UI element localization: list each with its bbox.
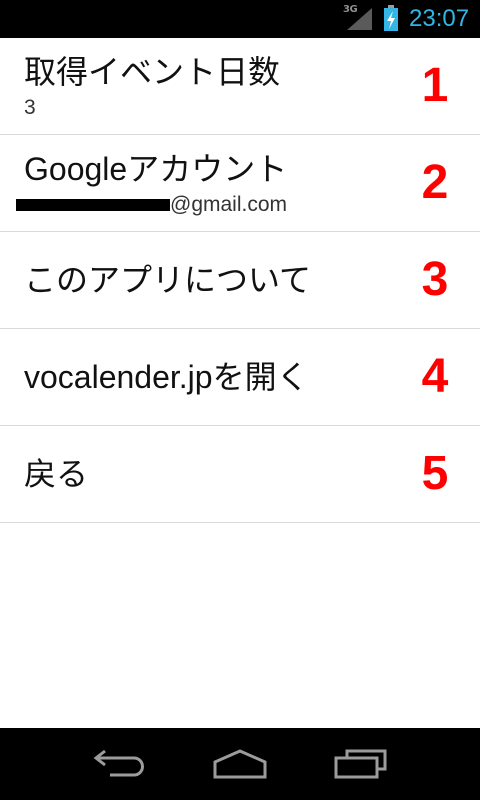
setting-item-back[interactable]: 戻る 5 — [0, 426, 480, 523]
annotation-number-5: 5 — [421, 447, 449, 500]
redaction-bar — [16, 199, 170, 211]
annotation-number-2: 2 — [421, 156, 449, 209]
network-type-label: 3G — [343, 4, 358, 15]
recent-apps-icon — [334, 749, 387, 779]
setting-item-event-days[interactable]: 取得イベント日数 3 1 — [0, 38, 480, 135]
home-icon — [213, 749, 267, 779]
annotation-number-3: 3 — [421, 253, 449, 306]
back-button[interactable] — [60, 728, 180, 800]
setting-item-google-account[interactable]: Googleアカウント @gmail.com 2 — [0, 135, 480, 232]
setting-item-open-vocalender[interactable]: vocalender.jpを開く 4 — [0, 329, 480, 426]
recent-apps-button[interactable] — [300, 728, 420, 800]
back-icon — [93, 749, 144, 777]
annotation-number-4: 4 — [421, 350, 449, 403]
setting-item-about-app[interactable]: このアプリについて 3 — [0, 232, 480, 329]
battery-charging-icon — [384, 5, 398, 31]
clock: 23:07 — [409, 5, 470, 32]
settings-list: 取得イベント日数 3 1 Googleアカウント @gmail.com 2 この… — [0, 38, 480, 523]
setting-summary-text: 3 — [24, 96, 36, 119]
setting-summary-text: @gmail.com — [170, 193, 288, 216]
status-bar: 3G 23:07 — [0, 0, 480, 38]
home-button[interactable] — [180, 728, 300, 800]
annotation-number-1: 1 — [421, 59, 449, 112]
navigation-bar — [0, 728, 480, 800]
